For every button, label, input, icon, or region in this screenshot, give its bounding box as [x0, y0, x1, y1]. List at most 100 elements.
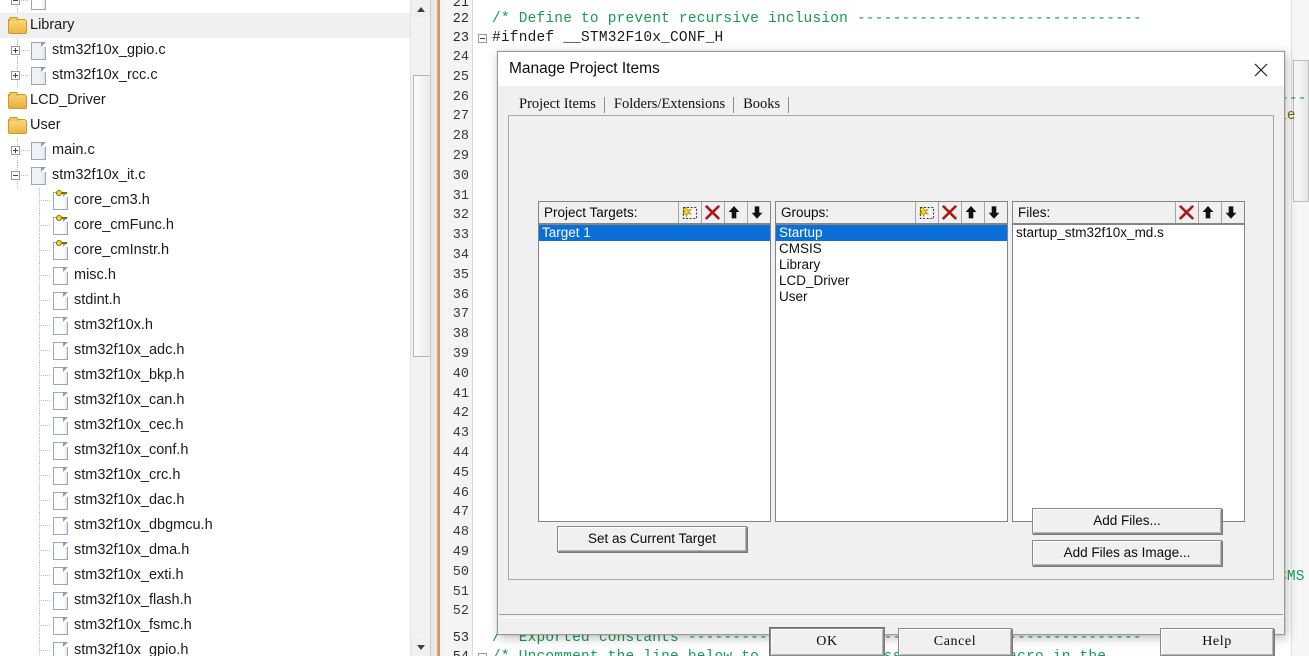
line-number: 32	[452, 208, 469, 224]
move-up-icon-glyph	[727, 205, 741, 225]
file-c-icon	[31, 67, 46, 85]
tree-expander[interactable]	[11, 146, 20, 155]
delete-icon[interactable]	[1175, 202, 1198, 223]
file-header-icon	[53, 567, 68, 585]
code-line: #ifndef __STM32F10x_CONF_H	[492, 30, 724, 46]
list-item[interactable]: LCD_Driver	[776, 273, 1007, 289]
tree-item[interactable]: stm32f10x_conf.h	[0, 438, 410, 463]
delete-icon[interactable]	[938, 202, 961, 223]
move-up-icon[interactable]	[724, 202, 747, 223]
close-icon[interactable]	[1238, 52, 1284, 85]
list-item[interactable]: User	[776, 289, 1007, 305]
code-fold-toggle[interactable]	[478, 34, 487, 43]
add-files-as-image-button[interactable]: Add Files as Image...	[1032, 540, 1222, 566]
tree-item[interactable]: stm32f10x_it.c	[0, 163, 410, 188]
cancel-button[interactable]: Cancel	[898, 628, 1012, 656]
help-button[interactable]: Help	[1160, 628, 1274, 656]
tree-item-label: stm32f10x_flash.h	[74, 592, 192, 608]
tree-item[interactable]: stm32f10x_rcc.c	[0, 63, 410, 88]
tree-item[interactable]: core_cmFunc.h	[0, 213, 410, 238]
tree-item[interactable]: main.c	[0, 138, 410, 163]
tree-item-label: core_cmFunc.h	[74, 217, 174, 233]
file-header-icon	[53, 592, 68, 610]
tree-item[interactable]: stm32f10x_dac.h	[0, 488, 410, 513]
add-files-button[interactable]: Add Files...	[1032, 508, 1222, 534]
tree-item[interactable]: core_cmInstr.h	[0, 238, 410, 263]
tree-item-label: stm32f10x_can.h	[74, 392, 185, 408]
tree-item[interactable]	[0, 0, 410, 13]
tree-item[interactable]: core_cm3.h	[0, 188, 410, 213]
dialog-tabs[interactable]: Project Items Folders/Extensions Books	[510, 94, 790, 116]
tree-item[interactable]: stm32f10x_gpio.c	[0, 38, 410, 63]
tree-connector-vertical	[39, 263, 41, 288]
new-item-icon[interactable]	[678, 202, 701, 223]
tree-item[interactable]: stm32f10x_gpio.h	[0, 638, 410, 656]
tree-item-label: stm32f10x_gpio.h	[74, 642, 189, 656]
line-number: 53	[452, 631, 469, 646]
file-header-icon	[53, 417, 68, 435]
file-header-icon	[53, 292, 68, 310]
editor-scrollbar-thumb[interactable]	[1293, 60, 1309, 202]
line-number: 48	[452, 525, 469, 541]
tree-item[interactable]: stm32f10x_dbgmcu.h	[0, 513, 410, 538]
tree-connector-vertical	[39, 538, 41, 563]
tab-folders-extensions[interactable]: Folders/Extensions	[605, 94, 735, 115]
tree-item[interactable]: User	[0, 113, 410, 138]
scroll-down-button[interactable]	[411, 638, 431, 656]
tree-item-label: stm32f10x_dma.h	[74, 542, 190, 558]
move-down-icon[interactable]	[984, 202, 1007, 223]
tree-expander[interactable]	[11, 71, 20, 80]
manage-project-items-dialog[interactable]: Manage Project Items Project Items Folder…	[497, 51, 1285, 656]
tree-item[interactable]: stm32f10x_dma.h	[0, 538, 410, 563]
tree-connector-vertical	[39, 438, 41, 463]
tree-item[interactable]: stm32f10x_bkp.h	[0, 363, 410, 388]
list-panel-header: Project Targets:	[538, 201, 771, 224]
tree-item[interactable]: stm32f10x.h	[0, 313, 410, 338]
delete-icon[interactable]	[701, 202, 724, 223]
list-item[interactable]: CMSIS	[776, 241, 1007, 257]
tab-books[interactable]: Books	[734, 94, 790, 115]
tree-connector-vertical	[39, 188, 41, 213]
tree-expander[interactable]	[11, 171, 20, 180]
project-tree-pane[interactable]: Library stm32f10x_gpio.c stm32f10x_rcc.c LC…	[0, 0, 410, 656]
list-item[interactable]: Startup	[776, 225, 1007, 241]
list-item[interactable]: startup_stm32f10x_md.s	[1013, 225, 1244, 241]
line-number: 47	[452, 505, 469, 521]
tree-expander[interactable]	[11, 46, 20, 55]
tree-item[interactable]: stm32f10x_crc.h	[0, 463, 410, 488]
tree-item[interactable]: stm32f10x_fsmc.h	[0, 613, 410, 638]
list-box[interactable]: Startup CMSIS Library LCD_Driver User	[775, 224, 1008, 522]
move-up-icon[interactable]	[1198, 202, 1221, 223]
list-item[interactable]: Library	[776, 257, 1007, 273]
project-tree-scrollbar[interactable]	[410, 0, 432, 656]
folder-open-icon	[8, 117, 27, 134]
list-box[interactable]: Target 1	[538, 224, 771, 522]
tree-item[interactable]: stm32f10x_adc.h	[0, 338, 410, 363]
tree-item[interactable]: stm32f10x_can.h	[0, 388, 410, 413]
line-number: 46	[452, 485, 469, 501]
list-item[interactable]: Target 1	[539, 225, 770, 241]
tree-item-label: Library	[30, 17, 75, 33]
tree-item[interactable]: stm32f10x_exti.h	[0, 563, 410, 588]
new-item-icon-glyph	[681, 205, 700, 225]
move-down-icon[interactable]	[747, 202, 770, 223]
file-header-key-icon	[53, 215, 68, 235]
tree-item[interactable]: misc.h	[0, 263, 410, 288]
tree-item[interactable]: stdint.h	[0, 288, 410, 313]
new-item-icon[interactable]	[915, 202, 938, 223]
tree-item[interactable]: Library	[0, 13, 410, 38]
move-up-icon[interactable]	[961, 202, 984, 223]
tree-item-label: stm32f10x_rcc.c	[52, 67, 158, 83]
tab-project-items[interactable]: Project Items	[510, 94, 605, 115]
tree-item[interactable]: stm32f10x_cec.h	[0, 413, 410, 438]
tree-item[interactable]: LCD_Driver	[0, 88, 410, 113]
ok-button[interactable]: OK	[770, 628, 884, 656]
set-as-current-target-button[interactable]: Set as Current Target	[557, 526, 747, 552]
list-panel-header: Files:	[1012, 201, 1245, 224]
tree-expander[interactable]	[11, 0, 20, 5]
list-box[interactable]: startup_stm32f10x_md.s	[1012, 224, 1245, 522]
move-down-icon[interactable]	[1221, 202, 1244, 223]
tab-page-content: Project Targets: Target 1 Groups: Startup CM…	[509, 116, 1273, 579]
scroll-up-button[interactable]	[411, 0, 431, 18]
tree-item[interactable]: stm32f10x_flash.h	[0, 588, 410, 613]
